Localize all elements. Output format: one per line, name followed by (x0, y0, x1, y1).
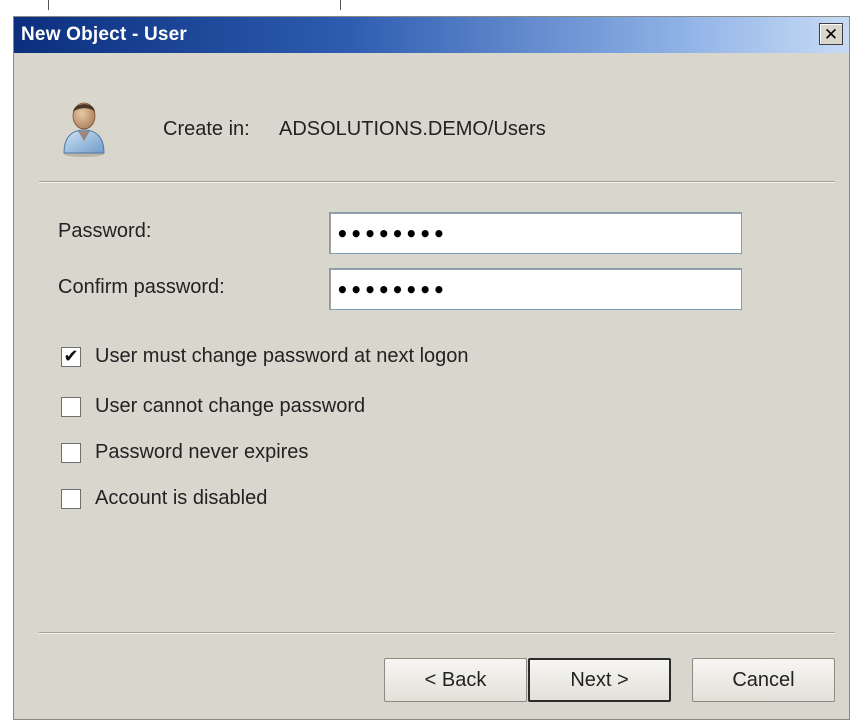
window-title: New Object - User (21, 24, 188, 45)
header-separator (39, 181, 835, 183)
cancel-button[interactable]: Cancel (692, 658, 835, 702)
account-disabled-checkbox[interactable] (61, 488, 81, 509)
next-button[interactable]: Next > (528, 658, 671, 702)
option-account-disabled[interactable]: Account is disabled (61, 487, 267, 510)
confirm-password-field[interactable]: •••••••• (329, 268, 742, 310)
password-label: Password: (58, 220, 152, 242)
close-icon: ✕ (823, 24, 839, 44)
user-icon (63, 102, 105, 157)
confirm-password-label: Confirm password: (58, 276, 225, 298)
option-password-never-expires[interactable]: Password never expires (61, 441, 308, 464)
confirm-password-mask: •••••••• (336, 278, 447, 302)
checkmark-icon: ✔ (63, 345, 79, 367)
password-never-expires-checkbox[interactable] (61, 442, 81, 463)
title-bar[interactable]: New Object - User ✕ (14, 17, 849, 53)
create-in-path: ADSOLUTIONS.DEMO/Users (279, 118, 546, 140)
back-button[interactable]: < Back (384, 658, 527, 702)
account-disabled-label[interactable]: Account is disabled (95, 487, 267, 510)
background-window-edge (0, 0, 854, 16)
background-divider (48, 0, 49, 10)
create-in-label: Create in: (163, 118, 250, 140)
password-field[interactable]: •••••••• (329, 212, 742, 254)
password-never-expires-label[interactable]: Password never expires (95, 441, 308, 464)
cannot-change-password-label[interactable]: User cannot change password (95, 395, 365, 418)
option-must-change-password[interactable]: ✔ User must change password at next logo… (61, 345, 469, 368)
cannot-change-password-checkbox[interactable] (61, 396, 81, 417)
must-change-password-checkbox[interactable]: ✔ (61, 345, 81, 367)
footer-separator (39, 632, 835, 634)
close-button[interactable]: ✕ (819, 23, 843, 45)
background-divider (340, 0, 341, 10)
option-cannot-change-password[interactable]: User cannot change password (61, 395, 365, 418)
new-object-user-dialog: New Object - User ✕ Create in: ADSOLUTIO… (13, 16, 850, 720)
must-change-password-label[interactable]: User must change password at next logon (95, 345, 469, 368)
password-mask: •••••••• (336, 222, 447, 246)
